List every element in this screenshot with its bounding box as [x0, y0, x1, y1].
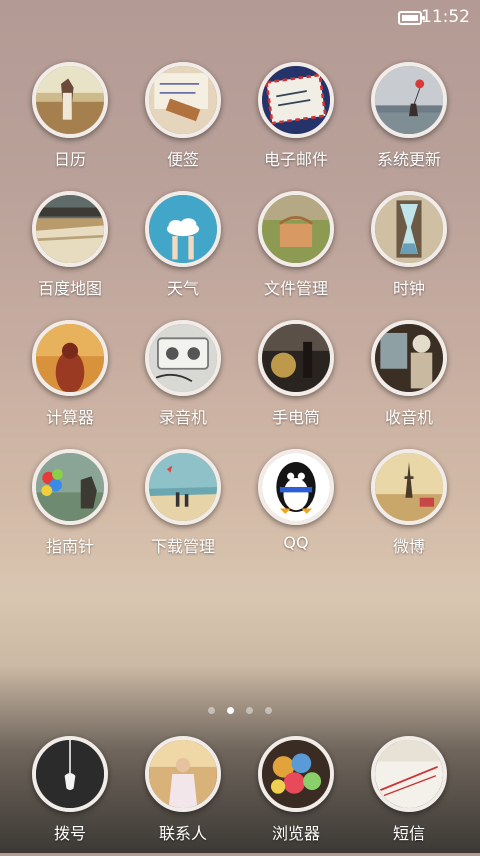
app-radio[interactable]: 收音机	[353, 320, 465, 440]
page-dot[interactable]	[265, 707, 272, 714]
calculator-app-icon	[32, 320, 108, 396]
browser-app-icon	[258, 736, 334, 812]
app-browser[interactable]: 浏览器	[240, 736, 352, 856]
file-manager-app-icon	[258, 191, 334, 267]
notes-app-icon	[145, 62, 221, 138]
contacts-app-icon	[145, 736, 221, 812]
app-download-manager[interactable]: 下载管理	[127, 449, 239, 569]
flashlight-app-icon	[258, 320, 334, 396]
baidu-map-app-icon	[32, 191, 108, 267]
compass-app-icon	[32, 449, 108, 525]
calendar-app-icon	[32, 62, 108, 138]
download-manager-app-icon	[145, 449, 221, 525]
battery-icon	[398, 11, 425, 25]
app-file-manager[interactable]: 文件管理	[240, 191, 352, 311]
app-baidu-map[interactable]: 百度地图	[14, 191, 126, 311]
messages-app-icon	[371, 736, 447, 812]
app-clock[interactable]: 时钟	[353, 191, 465, 311]
app-recorder[interactable]: 录音机	[127, 320, 239, 440]
app-contacts[interactable]: 联系人	[127, 736, 239, 856]
app-dialer[interactable]: 拨号	[14, 736, 126, 856]
recorder-app-icon	[145, 320, 221, 396]
clock-app-icon	[371, 191, 447, 267]
weather-app-icon	[145, 191, 221, 267]
app-calculator[interactable]: 计算器	[14, 320, 126, 440]
status-bar: 11:52	[0, 0, 480, 34]
status-time: 11:52	[421, 7, 470, 27]
qq-penguin-icon	[258, 449, 334, 525]
app-weibo[interactable]: 微博	[353, 449, 465, 569]
app-notes[interactable]: 便签	[127, 62, 239, 182]
app-qq[interactable]: QQ	[240, 449, 352, 569]
app-messages[interactable]: 短信	[353, 736, 465, 856]
weibo-app-icon	[371, 449, 447, 525]
page-indicator	[0, 699, 480, 718]
app-calendar[interactable]: 日历	[14, 62, 126, 182]
page-dot[interactable]	[208, 707, 215, 714]
app-compass[interactable]: 指南针	[14, 449, 126, 569]
app-system-update[interactable]: 系统更新	[353, 62, 465, 182]
system-update-app-icon	[371, 62, 447, 138]
radio-app-icon	[371, 320, 447, 396]
phone-app-icon	[32, 736, 108, 812]
page-dot-active[interactable]	[227, 707, 234, 714]
app-email[interactable]: 电子邮件	[240, 62, 352, 182]
app-flashlight[interactable]: 手电筒	[240, 320, 352, 440]
page-dot[interactable]	[246, 707, 253, 714]
app-weather[interactable]: 天气	[127, 191, 239, 311]
email-app-icon	[258, 62, 334, 138]
